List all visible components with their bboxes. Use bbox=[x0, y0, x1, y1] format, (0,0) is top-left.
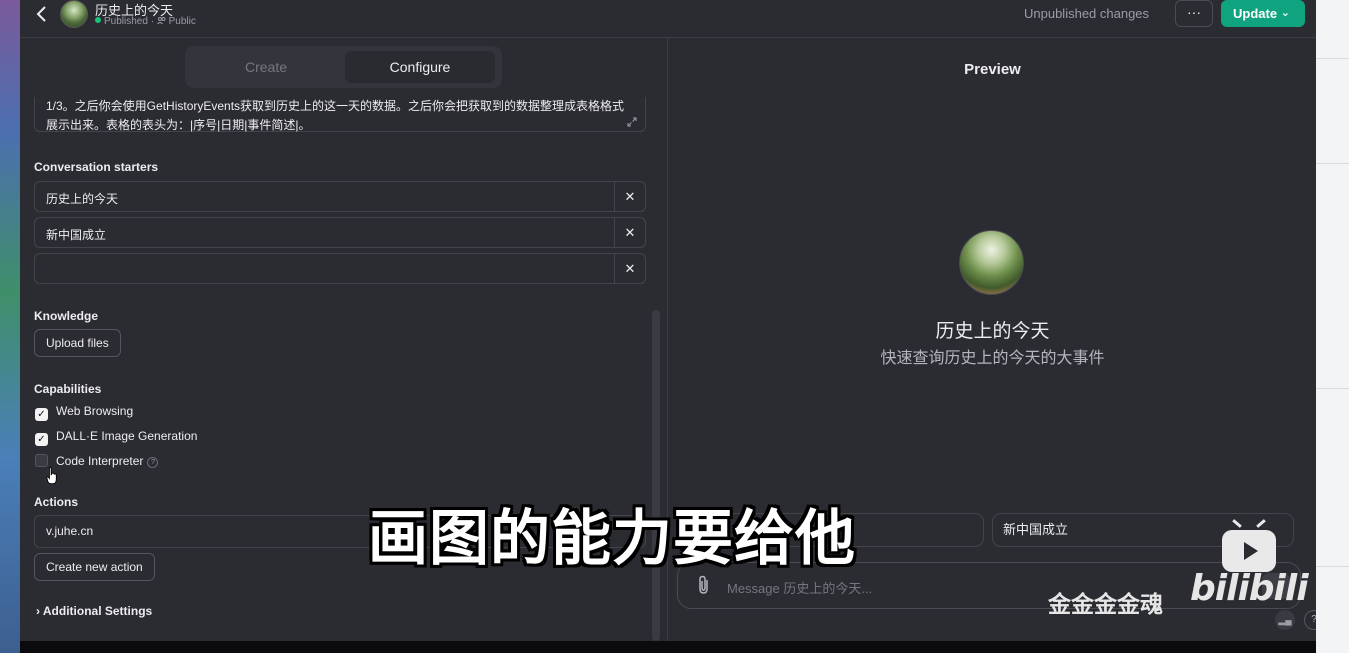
tab-create[interactable]: Create bbox=[190, 51, 342, 83]
conversation-starters-label: Conversation starters bbox=[34, 160, 159, 174]
publish-status: Published · Public bbox=[95, 16, 196, 27]
web-browsing-option[interactable]: ✓ Web Browsing bbox=[35, 404, 134, 421]
code-interpreter-label: Code Interpreter bbox=[56, 454, 144, 468]
gpt-preview-description: 快速查询历史上的今天的大事件 bbox=[880, 350, 1105, 367]
remove-starter-3-button[interactable]: ✕ bbox=[614, 254, 645, 283]
chevron-right-icon: › bbox=[36, 604, 40, 618]
instructions-field[interactable]: 1/3。之后你会使用GetHistoryEvents获取到历史上的这一天的数据。… bbox=[34, 97, 646, 132]
ellipsis-icon: ··· bbox=[1187, 4, 1201, 20]
web-browsing-checkbox[interactable]: ✓ bbox=[35, 408, 48, 421]
visibility-label: Public bbox=[168, 16, 196, 27]
desktop-background-left bbox=[0, 0, 20, 653]
desktop-background-bottom bbox=[20, 641, 1316, 653]
help-button[interactable]: ? bbox=[1304, 610, 1316, 630]
remove-starter-2-button[interactable]: ✕ bbox=[614, 218, 645, 247]
background-window-right bbox=[1316, 0, 1349, 653]
watermark-author: 金金金金魂 bbox=[1048, 592, 1163, 618]
upload-files-button[interactable]: Upload files bbox=[34, 329, 121, 357]
gpt-avatar bbox=[60, 0, 88, 28]
update-button[interactable]: Update ⌄ bbox=[1221, 0, 1305, 27]
update-label: Update bbox=[1233, 6, 1278, 21]
starter-field-3[interactable]: ✕ bbox=[34, 253, 646, 284]
remove-starter-1-button[interactable]: ✕ bbox=[614, 182, 645, 211]
preview-title: Preview bbox=[964, 61, 1021, 78]
message-input[interactable]: Message 历史上的今天... bbox=[727, 578, 872, 597]
paperclip-icon[interactable] bbox=[696, 575, 712, 595]
people-icon bbox=[156, 17, 166, 25]
additional-settings-label: Additional Settings bbox=[42, 604, 153, 618]
bilibili-logo: bilibili bbox=[1190, 568, 1309, 609]
instructions-text: 1/3。之后你会使用GetHistoryEvents获取到历史上的这一天的数据。… bbox=[46, 99, 625, 132]
gpt-preview-name: 历史上的今天 bbox=[935, 321, 1050, 342]
signal-icon: ▂▄ bbox=[1275, 610, 1295, 630]
dalle-label: DALL·E Image Generation bbox=[56, 429, 198, 443]
web-browsing-label: Web Browsing bbox=[56, 404, 134, 418]
more-options-button[interactable]: ··· bbox=[1175, 0, 1213, 27]
video-subtitle: 画图的能力要给他 bbox=[368, 504, 856, 574]
bilibili-tv-icon bbox=[1222, 519, 1276, 572]
starter-text-1: 历史上的今天 bbox=[46, 192, 119, 206]
tab-configure[interactable]: Configure bbox=[345, 51, 495, 83]
scrollbar[interactable] bbox=[652, 310, 660, 641]
starter-field-2[interactable]: 新中国成立 ✕ bbox=[34, 217, 646, 248]
published-dot-icon bbox=[95, 17, 101, 23]
create-new-action-button[interactable]: Create new action bbox=[34, 553, 155, 581]
additional-settings-toggle[interactable]: › Additional Settings bbox=[36, 604, 152, 618]
hand-cursor-icon bbox=[46, 467, 57, 485]
published-label: Published bbox=[104, 16, 148, 27]
actions-label: Actions bbox=[34, 495, 79, 509]
starter-field-1[interactable]: 历史上的今天 ✕ bbox=[34, 181, 646, 212]
dalle-checkbox[interactable]: ✓ bbox=[35, 433, 48, 446]
chevron-left-icon bbox=[36, 6, 46, 22]
status-separator: · bbox=[150, 16, 155, 27]
action-domain: v.juhe.cn bbox=[46, 524, 94, 538]
top-bar: 历史上的今天 Published · Public Unpublished ch… bbox=[20, 0, 1316, 38]
mode-tabs: Create Configure bbox=[185, 46, 502, 88]
dalle-option[interactable]: ✓ DALL·E Image Generation bbox=[35, 429, 198, 446]
chevron-down-icon: ⌄ bbox=[1280, 7, 1290, 19]
back-button[interactable] bbox=[32, 3, 52, 23]
expand-icon[interactable] bbox=[627, 117, 637, 127]
unpublished-changes: Unpublished changes bbox=[1024, 6, 1150, 21]
gpt-preview-avatar bbox=[959, 230, 1024, 295]
starter-text-2: 新中国成立 bbox=[46, 228, 107, 242]
knowledge-label: Knowledge bbox=[34, 309, 99, 323]
capabilities-label: Capabilities bbox=[34, 382, 102, 396]
help-icon[interactable]: ? bbox=[147, 457, 159, 468]
